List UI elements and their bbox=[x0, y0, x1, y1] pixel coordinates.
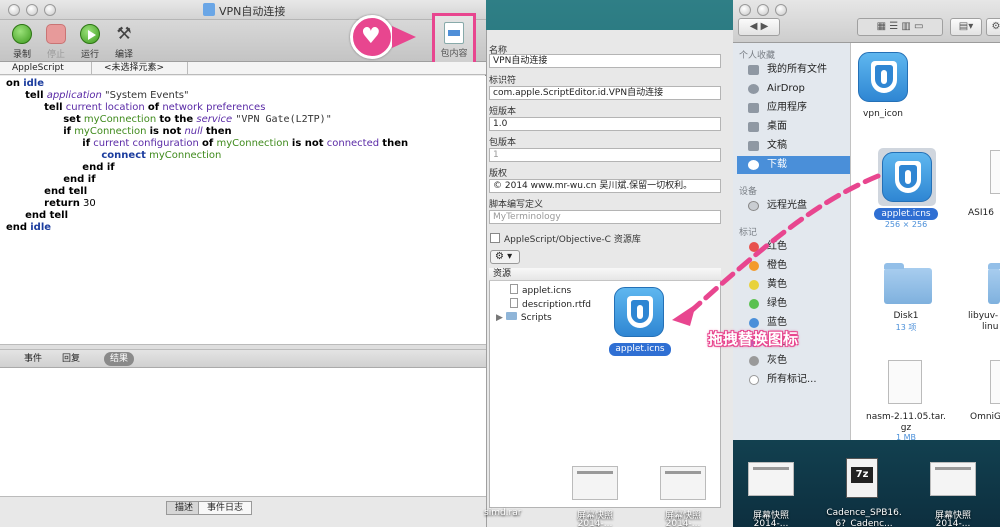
screenshot-thumbnail[interactable] bbox=[660, 466, 706, 500]
7z-icon: 7z bbox=[851, 467, 873, 483]
screenshot-thumbnail[interactable] bbox=[930, 462, 976, 496]
desktop-item-sublabel: 2014-... bbox=[753, 519, 789, 527]
desktop-item-label[interactable]: simd.rar bbox=[484, 508, 521, 518]
drag-path-overlay bbox=[672, 173, 881, 326]
screenshot-thumbnail[interactable] bbox=[748, 462, 794, 496]
desktop-item-label: Cadence_SPB16. bbox=[826, 508, 902, 518]
dashed-drag-arrow bbox=[687, 173, 881, 315]
screenshot-thumbnail[interactable] bbox=[572, 466, 618, 500]
desktop-item-sublabel: 2014-... bbox=[577, 519, 613, 527]
annotation-text: 拖拽替换图标 bbox=[708, 330, 799, 348]
desktop-item-sublabel: 6?_Cadenc... bbox=[835, 519, 893, 527]
7z-archive-icon[interactable]: 7z bbox=[846, 458, 878, 498]
arrow-head bbox=[672, 304, 696, 326]
desktop-item-sublabel: 2014-... bbox=[935, 519, 971, 527]
desktop-item-sublabel: 2014-... bbox=[665, 519, 701, 527]
